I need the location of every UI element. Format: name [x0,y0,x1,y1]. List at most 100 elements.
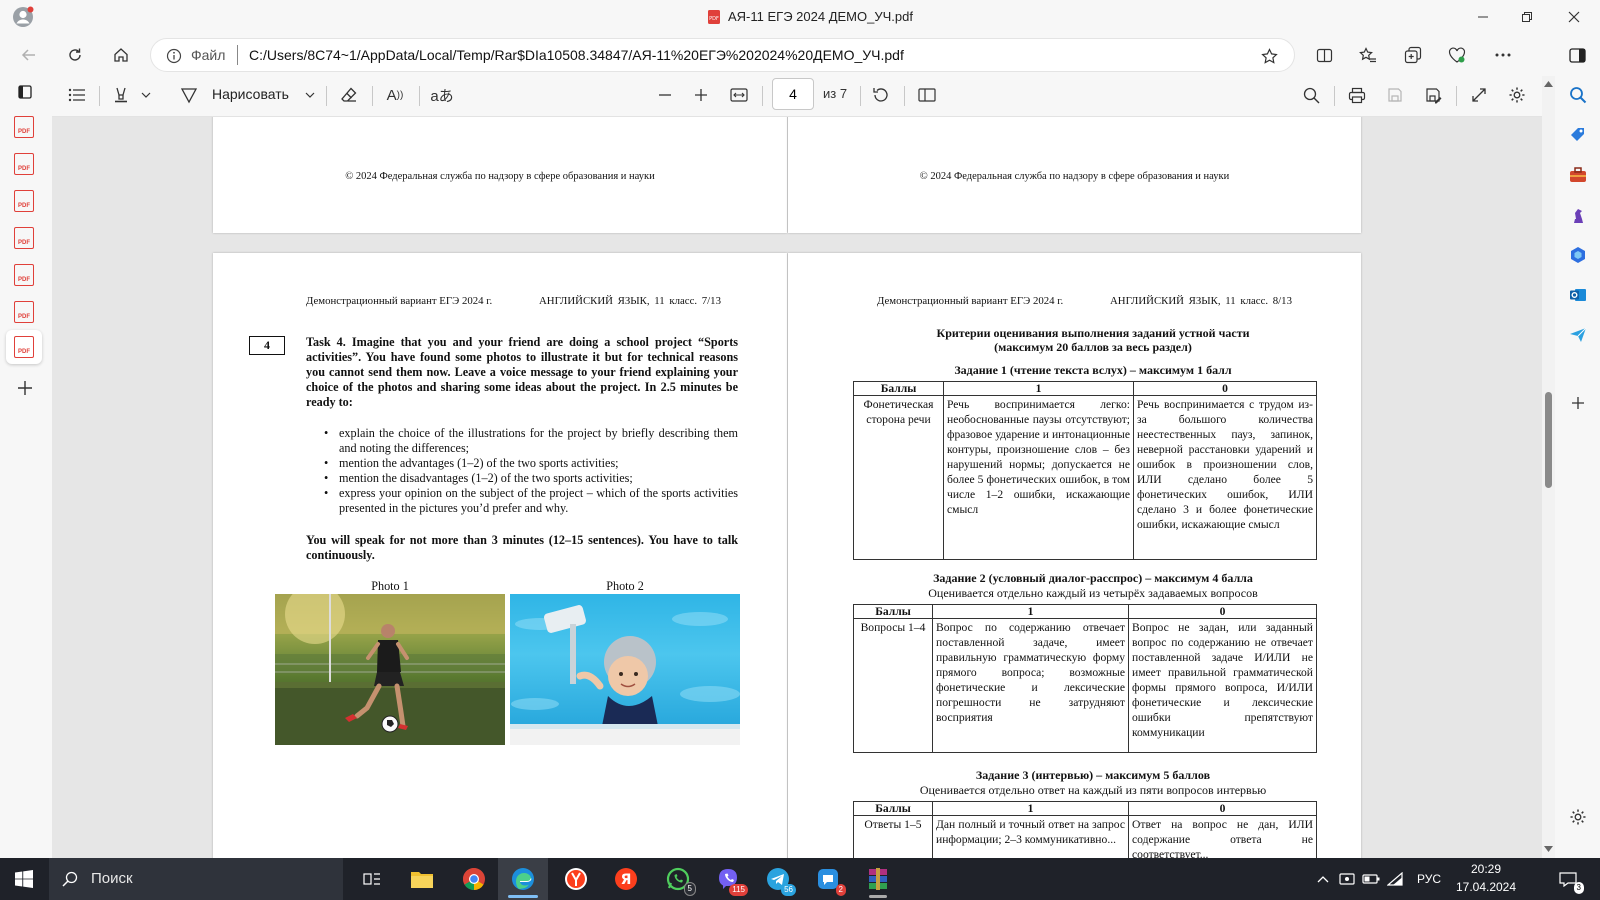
pdf-tab-icon[interactable]: PDF [14,264,34,286]
pdf-tab-icon[interactable]: PDF [14,301,34,323]
table-cell: Дан полный и точный ответ на запрос инфо… [932,815,1129,858]
rotate-icon[interactable] [868,82,894,108]
task2-title: Задание 2 (условный диалог-расспрос) – м… [933,571,1253,585]
title-bar: PDF АЯ-11 ЕГЭ 2024 ДЕМО_УЧ.pdf [0,0,1600,34]
input-language-indicator[interactable]: РУС [1410,858,1448,900]
table-cell: Фонетическая сторона речи [853,395,944,560]
draw-icon[interactable] [176,82,202,108]
pdf-tab-icon[interactable]: PDF [14,116,34,138]
translate-icon[interactable]: aあ [428,82,456,108]
url-field[interactable]: Файл C:/Users/8C74~1/AppData/Local/Temp/… [150,38,1295,72]
highlight-dropdown-chevron-icon[interactable] [138,86,154,104]
search-icon[interactable] [1565,82,1591,108]
svg-text:Я: Я [621,872,632,888]
more-options-icon[interactable] [1490,42,1516,68]
close-icon[interactable] [1561,5,1587,29]
url-text[interactable]: C:/Users/8C74~1/AppData/Local/Temp/Rar$D… [249,47,904,63]
viber-icon[interactable]: 115 [706,858,750,900]
tray-security-icon[interactable] [1336,858,1358,900]
clock-time[interactable]: 20:29 [1452,862,1520,876]
task1-criteria-table: Баллы 1 0 Фонетическая сторона речи Речь в… [853,381,1317,560]
active-tab[interactable]: PDF [6,330,42,364]
clock-date[interactable]: 17.04.2024 [1452,880,1520,894]
copilot-m365-icon[interactable] [1565,242,1591,268]
refresh-icon[interactable] [62,42,88,68]
read-aloud-icon[interactable]: A)) [382,82,408,108]
browser-essentials-icon[interactable] [1444,42,1470,68]
yandex-app-icon[interactable]: Я [604,858,648,900]
scroll-down-arrow-icon[interactable] [1543,844,1554,854]
whatsapp-icon[interactable]: 5 [656,858,700,900]
favorite-star-icon[interactable] [1259,46,1279,66]
tools-briefcase-icon[interactable] [1565,162,1591,188]
scrollbar-thumb[interactable] [1545,392,1552,488]
info-icon[interactable] [165,47,183,65]
battery-icon[interactable] [1360,858,1382,900]
minimize-icon[interactable] [1470,5,1496,29]
pdf-tab-icon: PDF [14,336,34,358]
windows-taskbar: Поиск Я 5 115 56 2 РУС 20:29 17.04.2024 … [0,858,1600,900]
contents-list-icon[interactable] [64,82,90,108]
outlook-icon[interactable] [1565,282,1591,308]
task-view-icon[interactable] [350,858,394,900]
draw-button[interactable]: Нарисовать [212,86,289,102]
send-drop-icon[interactable] [1565,322,1591,348]
yandex-browser-icon[interactable] [554,858,598,900]
table-cell: Вопросы 1–4 [853,618,933,753]
bullet-text: explain the choice of the illustrations … [339,426,738,455]
bullet-dot: • [324,486,329,500]
draw-dropdown-chevron-icon[interactable] [302,86,318,104]
taskbar-search-box[interactable]: Поиск [49,858,343,900]
start-button[interactable] [0,858,48,900]
pdf-settings-gear-icon[interactable] [1504,82,1530,108]
table-cell: Ответ на вопрос не дан, ИЛИ содержание о… [1128,815,1317,858]
zoom-out-icon[interactable] [652,82,678,108]
back-arrow-icon[interactable] [16,42,42,68]
split-screen-icon[interactable] [1311,42,1337,68]
find-search-icon[interactable] [1298,82,1324,108]
new-tab-plus-icon[interactable] [13,376,37,400]
pdf-page-8: Демонстрационный вариант ЕГЭ 2024 г. АНГ… [788,253,1361,858]
restore-icon[interactable] [1514,5,1540,29]
sidebar-toggle-icon[interactable] [1564,42,1590,68]
file-explorer-icon[interactable] [400,858,444,900]
sidebar-settings-gear-icon[interactable] [1565,804,1591,830]
pdf-tab-icon[interactable]: PDF [14,190,34,212]
page-number-input[interactable] [772,78,814,110]
pdf-viewer[interactable]: © 2024 Федеральная служба по надзору в с… [52,117,1542,858]
home-icon[interactable] [108,42,134,68]
edge-browser-icon[interactable] [498,858,548,900]
winrar-icon[interactable] [856,858,900,900]
notifications-icon[interactable]: 3 [1550,858,1586,900]
zoom-in-icon[interactable] [688,82,714,108]
vertical-tabs-panel: PDF PDF PDF PDF PDF PDF PDF [0,76,52,858]
eraser-icon[interactable] [336,82,362,108]
wifi-icon[interactable] [1384,858,1406,900]
pdf-tab-icon[interactable]: PDF [14,153,34,175]
task3-subtitle: Оценивается отдельно ответ на каждый из … [919,783,1267,797]
chrome-icon[interactable] [452,858,496,900]
save-icon[interactable] [1382,82,1408,108]
profile-avatar-icon[interactable] [10,4,36,30]
telegram-icon[interactable]: 56 [756,858,800,900]
games-chess-icon[interactable] [1565,202,1591,228]
bullet-text: express your opinion on the subject of t… [339,486,738,515]
tray-overflow-chevron-icon[interactable] [1312,858,1334,900]
pdf-tab-icon[interactable]: PDF [14,227,34,249]
fullscreen-icon[interactable] [1466,82,1492,108]
fit-page-icon[interactable] [726,82,752,108]
scroll-up-arrow-icon[interactable] [1543,79,1554,89]
add-sidebar-app-plus-icon[interactable] [1567,392,1589,414]
save-as-icon[interactable] [1420,82,1446,108]
favorites-icon[interactable] [1355,42,1381,68]
task-number-box: 4 [249,336,285,355]
shopping-tag-icon[interactable] [1565,122,1591,148]
messenger-app-icon[interactable]: 2 [806,858,850,900]
print-icon[interactable] [1344,82,1370,108]
vertical-scrollbar[interactable] [1542,76,1555,858]
collections-icon[interactable] [1400,42,1426,68]
task2-criteria-table: Баллы 1 0 Вопросы 1–4 Вопрос по содержанию… [853,604,1317,753]
tab-actions-icon[interactable] [13,81,37,103]
page-view-icon[interactable] [914,82,940,108]
highlight-icon[interactable] [108,82,134,108]
